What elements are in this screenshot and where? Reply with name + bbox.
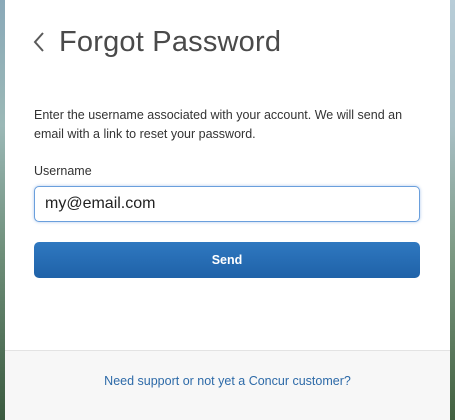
page-header: Forgot Password	[33, 24, 281, 60]
background-image-right	[450, 0, 455, 420]
page-background: Forgot Password Enter the username assoc…	[0, 0, 455, 420]
forgot-password-card: Forgot Password Enter the username assoc…	[5, 0, 450, 420]
page-title: Forgot Password	[59, 25, 282, 58]
chevron-left-icon[interactable]	[33, 24, 59, 60]
send-button[interactable]: Send	[34, 242, 420, 278]
support-link[interactable]: Need support or not yet a Concur custome…	[5, 374, 450, 388]
username-input[interactable]	[34, 186, 420, 222]
username-label: Username	[34, 164, 92, 178]
instructions-text: Enter the username associated with your …	[34, 108, 403, 141]
